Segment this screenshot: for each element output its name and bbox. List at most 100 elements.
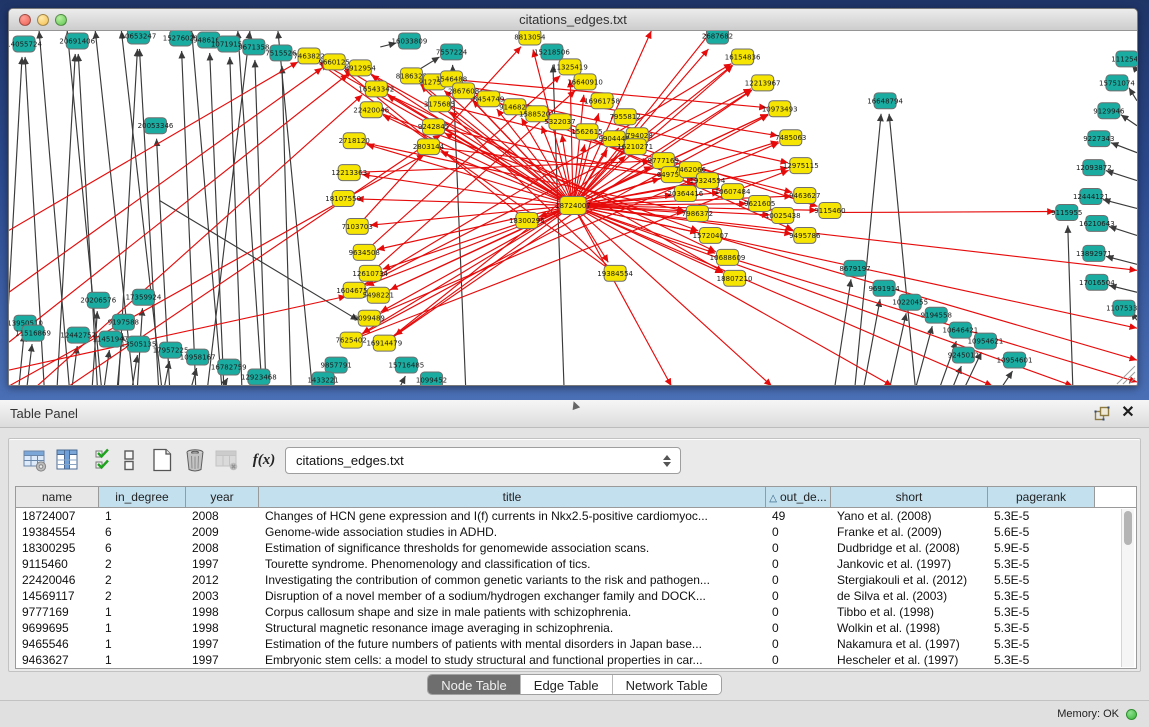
table-cell-outde[interactable]: 0 <box>766 540 831 556</box>
column-header-pagerank[interactable]: pagerank <box>988 487 1095 507</box>
create-table-icon[interactable] <box>149 447 175 473</box>
table-row[interactable]: 1830029562008Estimation of significance … <box>16 540 1122 556</box>
table-row[interactable]: 969969511998Structural magnetic resonanc… <box>16 620 1122 636</box>
table-row[interactable]: 2242004622012Investigating the contribut… <box>16 572 1122 588</box>
graph-edge[interactable] <box>573 206 671 385</box>
graph-edge[interactable] <box>842 211 1055 212</box>
table-cell-title[interactable]: Genome-wide association studies in ADHD. <box>259 524 766 540</box>
table-cell-indegree[interactable]: 1 <box>99 636 186 652</box>
table-cell-outde[interactable]: 0 <box>766 556 831 572</box>
graph-edge[interactable] <box>208 31 250 385</box>
graph-edge[interactable] <box>573 206 892 385</box>
table-cell-name[interactable]: 22420046 <box>16 572 99 588</box>
table-cell-title[interactable]: Corpus callosum shape and size in male p… <box>259 604 766 620</box>
column-header-name[interactable]: name <box>16 487 99 507</box>
table-scrollbar[interactable] <box>1121 509 1134 667</box>
network-canvas[interactable]: 1872400774638229660125891295416543342224… <box>9 31 1137 385</box>
table-cell-indegree[interactable]: 1 <box>99 508 186 524</box>
table-cell-title[interactable]: Changes of HCN gene expression and I(f) … <box>259 508 766 524</box>
graph-edge[interactable] <box>210 53 224 385</box>
table-cell-pagerank[interactable]: 5.6E-5 <box>988 524 1095 540</box>
table-cell-year[interactable]: 1997 <box>186 636 259 652</box>
graph-edge[interactable] <box>1003 371 1013 385</box>
graph-edge[interactable] <box>1111 143 1137 153</box>
table-cell-outde[interactable]: 49 <box>766 508 831 524</box>
table-body[interactable]: 1872400712008Changes of HCN gene express… <box>16 508 1122 668</box>
graph-edge[interactable] <box>890 313 906 385</box>
graph-edge[interactable] <box>9 74 348 342</box>
table-cell-short[interactable]: de Silva et al. (2003) <box>831 588 988 604</box>
graph-edge[interactable] <box>1129 88 1137 101</box>
graph-edge[interactable] <box>9 62 298 231</box>
table-cell-pagerank[interactable]: 5.3E-5 <box>988 556 1095 572</box>
column-header-indegree[interactable]: in_degree <box>99 487 186 507</box>
table-cell-title[interactable]: Estimation of significance thresholds fo… <box>259 540 766 556</box>
table-cell-name[interactable]: 9115460 <box>16 556 99 572</box>
table-cell-outde[interactable]: 0 <box>766 604 831 620</box>
table-cell-short[interactable]: Dudbridge et al. (2008) <box>831 540 988 556</box>
tab-network-table[interactable]: Network Table <box>613 675 721 695</box>
table-cell-year[interactable]: 2012 <box>186 572 259 588</box>
table-cell-name[interactable]: 9465546 <box>16 636 99 652</box>
table-cell-pagerank[interactable]: 5.3E-5 <box>988 604 1095 620</box>
table-cell-title[interactable]: Investigating the contribution of common… <box>259 572 766 588</box>
table-cell-outde[interactable]: 0 <box>766 524 831 540</box>
graph-edge[interactable] <box>835 279 851 385</box>
graph-edge[interactable] <box>278 31 312 385</box>
table-scrollbar-thumb[interactable] <box>1124 511 1132 545</box>
table-cell-indegree[interactable]: 2 <box>99 556 186 572</box>
table-cell-indegree[interactable]: 2 <box>99 588 186 604</box>
table-cell-indegree[interactable]: 1 <box>99 620 186 636</box>
table-row[interactable]: 1872400712008Changes of HCN gene express… <box>16 508 1122 524</box>
table-cell-outde[interactable]: 0 <box>766 620 831 636</box>
table-row[interactable]: 911546021997Tourette syndrome. Phenomeno… <box>16 556 1122 572</box>
table-cell-year[interactable]: 2003 <box>186 588 259 604</box>
table-row[interactable]: 1938455462009Genome-wide association stu… <box>16 524 1122 540</box>
table-cell-pagerank[interactable]: 5.3E-5 <box>988 636 1095 652</box>
table-cell-short[interactable]: Nakamura et al. (1997) <box>831 636 988 652</box>
graph-edge[interactable] <box>160 201 359 321</box>
table-cell-title[interactable]: Structural magnetic resonance image aver… <box>259 620 766 636</box>
table-cell-short[interactable]: Jankovic et al. (1997) <box>831 556 988 572</box>
graph-edge[interactable] <box>855 114 881 385</box>
table-cell-short[interactable]: Tibbo et al. (1998) <box>831 604 988 620</box>
table-cell-name[interactable]: 14569117 <box>16 588 99 604</box>
table-cell-year[interactable]: 1998 <box>186 604 259 620</box>
table-cell-short[interactable]: Stergiakouli et al. (2012) <box>831 572 988 588</box>
graph-edge[interactable] <box>192 31 222 385</box>
table-cell-pagerank[interactable]: 5.3E-5 <box>988 620 1095 636</box>
table-cell-indegree[interactable]: 2 <box>99 572 186 588</box>
function-builder-icon[interactable]: f(x) <box>249 447 279 473</box>
graph-edge[interactable] <box>710 235 1137 360</box>
row-options-icon[interactable] <box>121 447 137 473</box>
table-cell-name[interactable]: 9699695 <box>16 620 99 636</box>
graph-edge[interactable] <box>889 114 915 385</box>
table-settings-icon[interactable] <box>22 447 48 473</box>
table-cell-year[interactable]: 2008 <box>186 508 259 524</box>
table-cell-indegree[interactable]: 6 <box>99 524 186 540</box>
graph-edge[interactable] <box>1121 115 1137 126</box>
graph-edge[interactable] <box>356 199 573 206</box>
table-cell-outde[interactable]: 0 <box>766 572 831 588</box>
delete-entry-trash-icon[interactable] <box>182 447 208 473</box>
table-cell-pagerank[interactable]: 5.3E-5 <box>988 588 1095 604</box>
table-cell-title[interactable]: Estimation of the future numbers of pati… <box>259 636 766 652</box>
table-cell-outde[interactable]: 0 <box>766 636 831 652</box>
network-window[interactable]: citations_edges.txt 18724007746382296601… <box>8 8 1138 386</box>
table-row[interactable]: 946362711997Embryonic stem cells: a mode… <box>16 652 1122 668</box>
graph-edge[interactable] <box>230 57 242 385</box>
table-cell-title[interactable]: Tourette syndrome. Phenomenology and cla… <box>259 556 766 572</box>
table-cell-year[interactable]: 1998 <box>186 620 259 636</box>
table-cell-pagerank[interactable]: 5.9E-5 <box>988 540 1095 556</box>
table-cell-name[interactable]: 18300295 <box>16 540 99 556</box>
table-cell-title[interactable]: Disruption of a novel member of a sodium… <box>259 588 766 604</box>
graph-edge[interactable] <box>953 366 961 385</box>
table-cell-name[interactable]: 19384554 <box>16 524 99 540</box>
column-header-outde[interactable]: △out_de... <box>766 487 831 507</box>
table-cell-short[interactable]: Hescheler et al. (1997) <box>831 652 988 668</box>
table-cell-name[interactable]: 9463627 <box>16 652 99 668</box>
table-cell-indegree[interactable]: 1 <box>99 652 186 668</box>
table-cell-title[interactable]: Embryonic stem cells: a model to study s… <box>259 652 766 668</box>
close-panel-icon[interactable]: ✕ <box>1119 403 1137 423</box>
tab-edge-table[interactable]: Edge Table <box>521 675 613 695</box>
